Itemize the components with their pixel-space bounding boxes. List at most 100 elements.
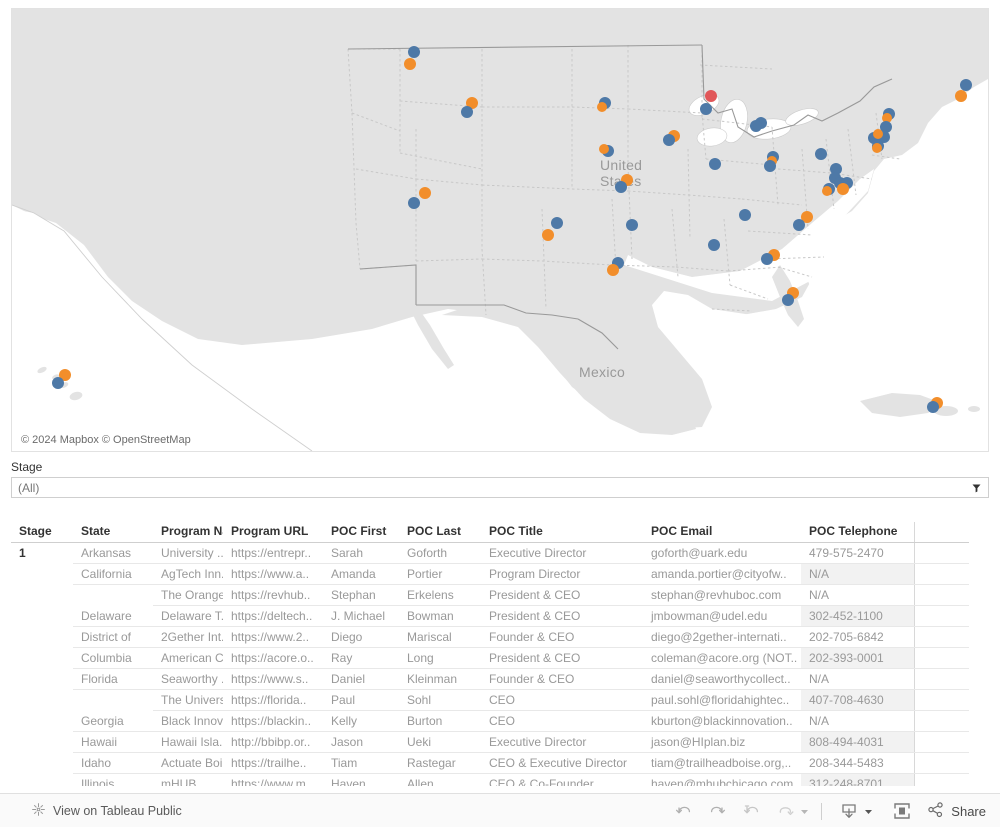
filter-caret-icon[interactable] — [971, 482, 982, 493]
table-row[interactable]: ColumbiaAmerican C..https://acore.o..Ray… — [11, 647, 969, 669]
cell-url: https://blackin.. — [223, 710, 323, 732]
map-marker[interactable] — [607, 264, 619, 276]
stage-filter-control[interactable]: (All) — [11, 477, 989, 498]
map-marker[interactable] — [955, 90, 967, 102]
col-header-extra[interactable] — [913, 522, 969, 543]
cell-extra — [913, 710, 969, 732]
cell-stage — [11, 627, 73, 648]
cell-email: daniel@seaworthycollect.. — [643, 668, 801, 690]
map-attribution: © 2024 Mapbox © OpenStreetMap — [18, 433, 194, 447]
map-marker[interactable] — [542, 229, 554, 241]
cell-email: goforth@uark.edu — [643, 542, 801, 564]
map-marker[interactable] — [597, 102, 607, 112]
map-marker[interactable] — [404, 58, 416, 70]
map-marker[interactable] — [782, 294, 794, 306]
table-row[interactable]: California AgTech Inn.. https://www.a.. Ama… — [11, 563, 969, 585]
col-header-program-name[interactable]: Program Na.. — [153, 522, 223, 543]
col-header-state[interactable]: State — [73, 522, 153, 543]
table-row[interactable]: Georgia Black Innov.. https://blackin.. Kel… — [11, 710, 969, 732]
map-marker[interactable] — [927, 401, 939, 413]
map-marker[interactable] — [873, 129, 883, 139]
view-on-tableau-public-link[interactable]: View on Tableau Public — [31, 802, 182, 820]
cell-first: Daniel — [323, 668, 399, 690]
table-row[interactable]: The Univers..https://florida..PaulSohlCE… — [11, 689, 969, 711]
col-header-program-url[interactable]: Program URL — [223, 522, 323, 543]
col-header-poc-title[interactable]: POC Title — [481, 522, 643, 543]
cell-email: tiam@trailheadboise.org,.. — [643, 752, 801, 774]
cell-email: haven@mhubchicago.com.. — [643, 773, 801, 786]
refresh-chevron-down-icon[interactable] — [799, 806, 809, 816]
map-canvas[interactable]: United States Mexico © 2024 Mapbox © Ope… — [12, 9, 988, 451]
table-row[interactable]: 1 Arkansas University .. https://entrepr.. S… — [11, 542, 969, 564]
tableau-logo-icon — [31, 802, 46, 820]
cell-program: The Univers.. — [153, 689, 223, 711]
download-icon[interactable] — [834, 798, 864, 824]
cell-state: Columbia — [73, 647, 153, 669]
map-marker[interactable] — [815, 148, 827, 160]
share-icon — [927, 801, 944, 821]
col-header-stage[interactable]: Stage — [11, 522, 73, 543]
col-header-poc-telephone[interactable]: POC Telephone — [801, 522, 914, 543]
cell-stage — [11, 711, 73, 732]
table-row[interactable]: Idaho Actuate Boi.. https://trailhe.. Tiam R… — [11, 752, 969, 774]
map-marker[interactable] — [626, 219, 638, 231]
map-marker[interactable] — [709, 158, 721, 170]
map-marker[interactable] — [461, 106, 473, 118]
map-marker[interactable] — [837, 183, 849, 195]
map-viewport[interactable]: United States Mexico © 2024 Mapbox © Ope… — [11, 8, 989, 452]
cell-email: jmbowman@udel.edu — [643, 605, 801, 627]
revert-icon[interactable] — [736, 798, 766, 824]
cell-first: Paul — [323, 689, 399, 711]
map-marker[interactable] — [419, 187, 431, 199]
refresh-icon[interactable] — [770, 798, 800, 824]
map-marker[interactable] — [872, 143, 882, 153]
map-marker[interactable] — [739, 209, 751, 221]
table-row[interactable]: Delaware Delaware T.. https://deltech.. J. … — [11, 605, 969, 627]
map-marker[interactable] — [761, 253, 773, 265]
map-marker[interactable] — [599, 144, 609, 154]
cell-program: Actuate Boi.. — [153, 752, 223, 774]
map-marker[interactable] — [822, 186, 832, 196]
table-row[interactable]: District of 2Gether Int.. https://www.2.. D… — [11, 626, 969, 648]
table-row[interactable]: Florida Seaworthy .. https://www.s.. Daniel… — [11, 668, 969, 690]
map-marker[interactable] — [793, 219, 805, 231]
map-marker[interactable] — [700, 103, 712, 115]
map-marker[interactable] — [615, 181, 627, 193]
cell-tel: 312-248-8701 — [801, 773, 914, 786]
cell-state: District of — [73, 626, 153, 648]
map-marker[interactable] — [408, 46, 420, 58]
cell-first: Tiam — [323, 752, 399, 774]
table-row[interactable]: The Orange ..https://revhub..StephanErke… — [11, 584, 969, 606]
share-button[interactable]: Share — [927, 801, 986, 821]
map-marker[interactable] — [551, 217, 563, 229]
cell-tel: 202-393-0001 — [801, 647, 914, 669]
cell-extra — [913, 605, 969, 627]
cell-title: CEO — [481, 689, 643, 711]
map-marker[interactable] — [764, 160, 776, 172]
cell-url: https://trailhe.. — [223, 752, 323, 774]
cell-tel: 208-344-5483 — [801, 752, 914, 774]
cell-first: Jason — [323, 731, 399, 753]
cell-tel: N/A — [801, 584, 914, 606]
cell-stage — [11, 648, 73, 669]
cell-first: Sarah — [323, 542, 399, 564]
download-chevron-down-icon[interactable] — [863, 806, 873, 816]
table-row[interactable]: Illinois mHUB https://www.m.. Haven Allen CEO… — [11, 773, 969, 786]
map-marker[interactable] — [708, 239, 720, 251]
col-header-poc-first[interactable]: POC First — [323, 522, 399, 543]
col-header-poc-email[interactable]: POC Email — [643, 522, 801, 543]
map-marker[interactable] — [408, 197, 420, 209]
col-header-poc-last[interactable]: POC Last — [399, 522, 481, 543]
data-table[interactable]: Stage State Program Na.. Program URL POC… — [11, 522, 969, 786]
cell-extra — [913, 542, 969, 564]
map-marker[interactable] — [750, 120, 762, 132]
redo-icon[interactable] — [702, 798, 732, 824]
cell-url: https://www.a.. — [223, 563, 323, 585]
table-row[interactable]: Hawaii Hawaii Isla.. http://bbibp.or.. Jaso… — [11, 731, 969, 753]
fullscreen-icon[interactable] — [887, 798, 917, 824]
cell-last: Ueki — [399, 731, 481, 753]
undo-icon[interactable] — [668, 798, 698, 824]
map-marker[interactable] — [52, 377, 64, 389]
map-marker[interactable] — [663, 134, 675, 146]
map-marker[interactable] — [705, 90, 717, 102]
